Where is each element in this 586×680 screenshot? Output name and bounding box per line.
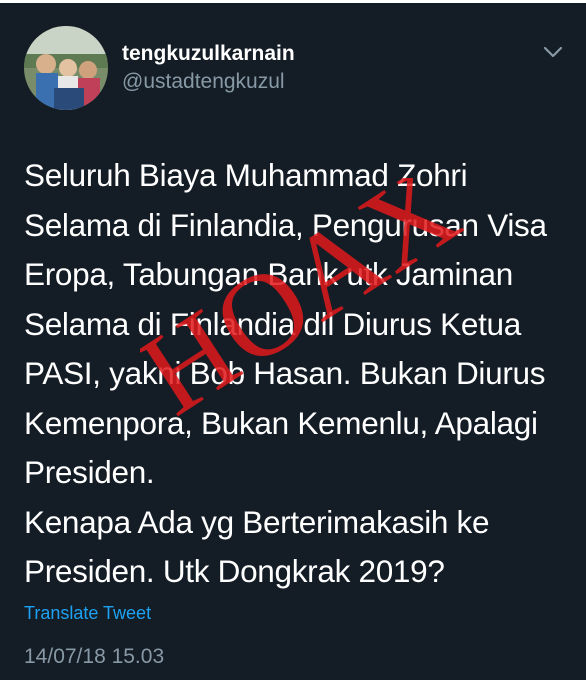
- avatar-photo: [24, 26, 108, 110]
- chevron-down-icon[interactable]: [542, 44, 564, 60]
- display-name[interactable]: tengkuzulkarnain: [122, 42, 295, 66]
- avatar[interactable]: [24, 26, 108, 110]
- user-handle[interactable]: @ustadtengkuzul: [122, 70, 285, 94]
- tweet-timestamp: 14/07/18 15.03: [24, 645, 165, 668]
- status-bar-edge: [0, 0, 586, 3]
- tweet-text: Seluruh Biaya Muhammad Zohri Selama di F…: [24, 157, 547, 589]
- translate-tweet-link[interactable]: Translate Tweet: [24, 603, 151, 624]
